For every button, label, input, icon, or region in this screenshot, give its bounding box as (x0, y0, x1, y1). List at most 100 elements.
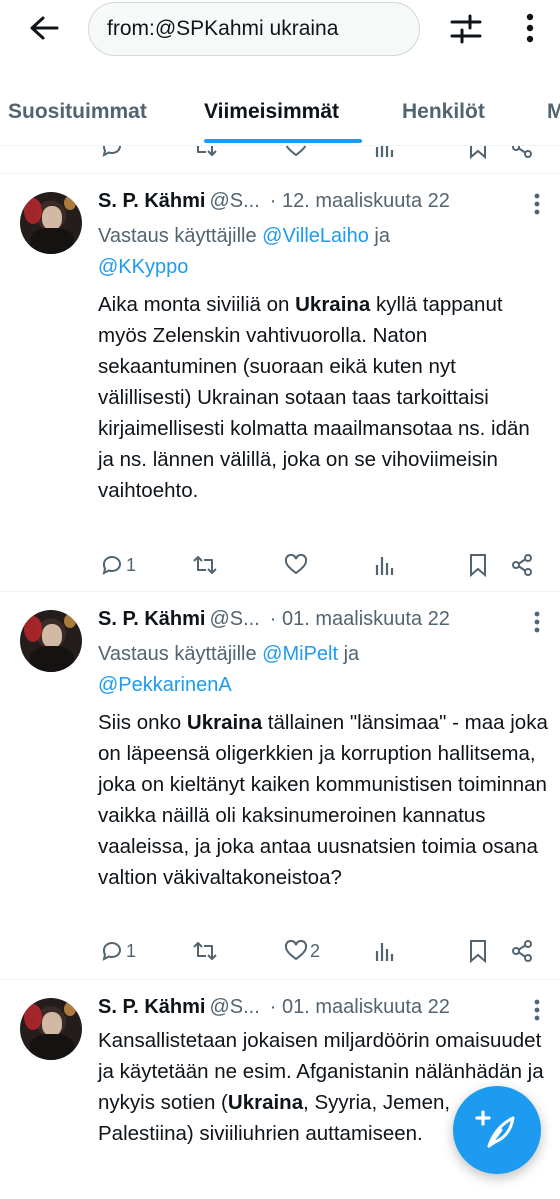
tab-media[interactable]: M (547, 100, 560, 124)
tweet-date: · 01. maaliskuuta 22 (269, 608, 450, 630)
mention-link[interactable]: @MiPelt (262, 643, 338, 665)
reply-count: 1 (126, 940, 137, 961)
bookmark-icon (470, 940, 486, 963)
compose-tweet-button[interactable] (453, 1086, 541, 1174)
search-results-screen: Suosituimmat Viimeisimmät Henkilöt M (0, 0, 560, 1199)
vertical-dots-icon (534, 999, 540, 1021)
retweet-button[interactable] (192, 146, 218, 162)
retweet-icon (197, 146, 217, 156)
arrow-left-icon (30, 16, 59, 40)
avatar[interactable] (20, 998, 82, 1060)
tweet-date: · 12. maaliskuuta 22 (269, 190, 450, 212)
author-handle: @S... (209, 190, 260, 212)
active-tab-indicator (204, 139, 362, 143)
tweet-more-button[interactable] (526, 610, 548, 634)
tweet-more-button[interactable] (526, 192, 548, 216)
author-name[interactable]: S. P. Kähmi (98, 190, 205, 212)
search-highlight: Ukraina (295, 293, 371, 316)
tweet-text-part: kyllä tappanut myös Zelenskin vahtivuoro… (98, 293, 530, 502)
reply-prefix: Vastaus käyttäjille (98, 225, 263, 247)
bookmark-icon (470, 554, 486, 577)
retweet-icon (193, 942, 217, 960)
mention-link[interactable]: @VilleLaiho (262, 225, 369, 247)
share-button[interactable] (510, 550, 534, 580)
search-field[interactable] (88, 2, 420, 56)
avatar[interactable] (20, 192, 82, 254)
views-icon (375, 557, 394, 575)
author-handle: @S... (209, 996, 260, 1018)
search-highlight: Ukraina (186, 711, 263, 734)
tweet-actions (96, 146, 546, 162)
heart-icon (285, 146, 307, 157)
mention-link[interactable]: @PekkarinenA (98, 674, 232, 696)
tweet-text-part: Siis onko (98, 711, 187, 734)
share-icon (512, 940, 532, 962)
tweet-actions: 1 2 (96, 936, 546, 966)
top-bar (0, 0, 560, 70)
tweet-text: Siis onko Ukraina tällainen "länsimaa" -… (98, 707, 548, 893)
like-count: 2 (310, 940, 321, 961)
reply-join: ja (368, 225, 390, 247)
retweet-icon (193, 556, 217, 574)
author-name[interactable]: S. P. Kähmi (98, 608, 205, 630)
author-name[interactable]: S. P. Kähmi (98, 996, 205, 1018)
share-button[interactable] (510, 146, 534, 162)
feather-plus-icon (475, 1110, 515, 1148)
search-highlight: Ukraina (227, 1091, 304, 1114)
reply-icon (102, 146, 121, 157)
search-filter-button[interactable] (447, 11, 485, 47)
tweet[interactable]: S. P. Kähmi @S... · 01. maaliskuuta 22 Vas… (0, 592, 560, 980)
tweet-more-button[interactable] (526, 998, 548, 1022)
reply-button[interactable] (100, 146, 124, 162)
tweet-header: S. P. Kähmi @S... · 12. maaliskuuta 22 (98, 190, 450, 213)
tweet[interactable]: S. P. Kähmi @S... · 12. maaliskuuta 22 Vas… (0, 174, 560, 592)
search-input[interactable] (107, 17, 407, 41)
retweet-button[interactable] (192, 936, 218, 966)
tweet-actions: 1 (96, 550, 546, 580)
mention-link[interactable]: @KKyppo (98, 256, 188, 278)
reply-join: ja (338, 643, 360, 665)
tweet-date: · 01. maaliskuuta 22 (269, 996, 450, 1018)
views-icon (375, 943, 394, 961)
heart-icon (284, 939, 308, 961)
back-button[interactable] (24, 10, 64, 46)
reply-icon (102, 942, 121, 961)
vertical-dots-icon (534, 193, 540, 215)
avatar[interactable] (20, 610, 82, 672)
tweet-header: S. P. Kähmi @S... · 01. maaliskuuta 22 (98, 608, 450, 631)
vertical-dots-icon (526, 13, 534, 43)
tweet-text-part: Aika monta siviiliä on (98, 293, 296, 316)
tweet-text: Aika monta siviiliä on Ukraina kyllä tap… (98, 289, 548, 506)
like-button[interactable] (284, 550, 308, 580)
like-button[interactable] (284, 146, 308, 162)
bookmark-icon (470, 146, 486, 159)
tab-top[interactable]: Suosituimmat (8, 100, 147, 124)
reply-context: Vastaus käyttäjille @MiPelt ja @Pekkarine… (98, 639, 538, 701)
reply-button[interactable]: 1 (100, 550, 136, 580)
heart-icon (284, 553, 308, 575)
reply-prefix: Vastaus käyttäjille (98, 643, 263, 665)
share-button[interactable] (510, 936, 534, 966)
reply-icon (102, 556, 121, 575)
overflow-menu-button[interactable] (516, 10, 544, 46)
reply-button[interactable]: 1 (100, 936, 136, 966)
vertical-dots-icon (534, 611, 540, 633)
views-button[interactable] (374, 550, 396, 580)
results-tabs: Suosituimmat Viimeisimmät Henkilöt M (0, 84, 560, 146)
tab-latest[interactable]: Viimeisimmät (204, 100, 339, 124)
share-icon (512, 146, 532, 158)
bookmark-button[interactable] (468, 146, 488, 162)
author-handle: @S... (209, 608, 260, 630)
retweet-button[interactable] (192, 550, 218, 580)
bookmark-button[interactable] (468, 550, 488, 580)
views-button[interactable] (374, 936, 396, 966)
bookmark-button[interactable] (468, 936, 488, 966)
tweet-text-part: tällainen "länsimaa" - maa joka on läpee… (98, 711, 548, 889)
tab-people[interactable]: Henkilöt (402, 100, 485, 124)
reply-count: 1 (126, 554, 137, 575)
tweet-header: S. P. Kähmi @S... · 01. maaliskuuta 22 (98, 996, 450, 1019)
views-icon (375, 146, 394, 157)
like-button[interactable]: 2 (284, 936, 320, 966)
share-icon (512, 554, 532, 576)
views-button[interactable] (374, 146, 396, 162)
